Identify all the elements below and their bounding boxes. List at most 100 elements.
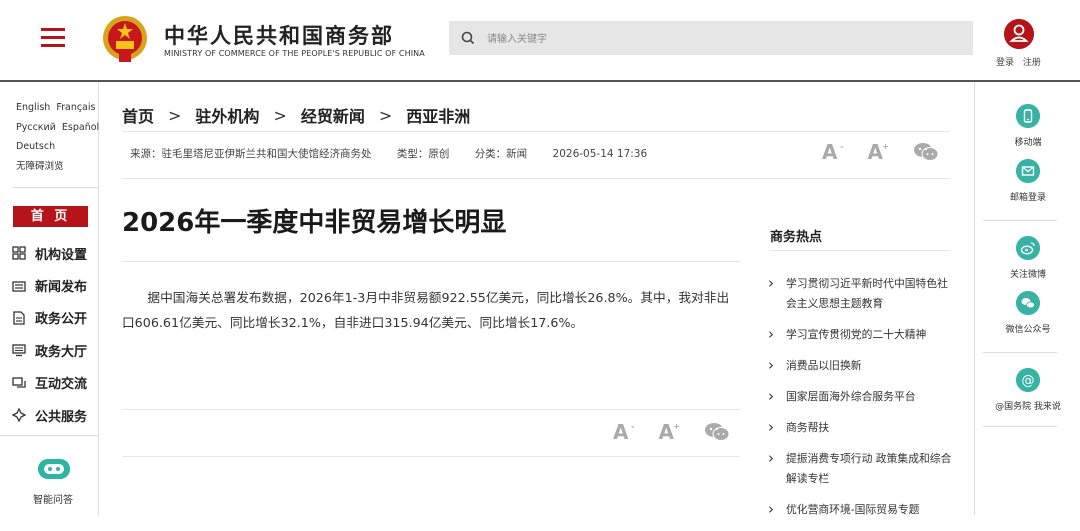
assistant-label[interactable]: 智能问答 [33,491,73,506]
site-title[interactable]: 中华人民共和国商务部 [164,20,394,50]
nav-item-hall[interactable]: 政务大厅 [12,334,87,366]
nav-label: 公共服务 [35,409,88,425]
divider [983,220,1057,221]
user-icon[interactable] [1004,19,1034,49]
home-button[interactable]: 首 页 [13,206,88,227]
mobile-link[interactable]: 移动端 [975,104,1080,148]
state-council-link[interactable]: @ @国务院 我来说 [975,368,1080,412]
font-increase-icon[interactable]: A + [867,140,888,164]
divider [122,178,950,179]
divider [983,352,1057,353]
weibo-label: 关注微博 [1009,270,1046,280]
hot-topic-item[interactable]: 提振消费专项行动 政策集成和综合解读专栏 [768,448,954,489]
accessibility-link[interactable]: 无障碍浏览 [16,161,64,172]
breadcrumb-overseas[interactable]: 驻外机构 [195,103,259,127]
nav-label: 机构设置 [35,247,88,263]
mobile-icon [1016,104,1040,128]
breadcrumb-trade-news[interactable]: 经贸新闻 [301,103,365,127]
divider [122,456,740,457]
lang-english[interactable]: English [16,102,50,113]
breadcrumb-west-asia-africa[interactable]: 西亚非洲 [406,103,470,127]
nav-item-interaction[interactable]: 互动交流 [12,367,87,399]
left-sidebar: English Français Русский Español Deutsch 无… [0,82,99,515]
nav-label: 新闻发布 [35,280,88,296]
hot-topic-item[interactable]: 消费品以旧换新 [768,355,954,376]
hot-topic-item[interactable]: 商务帮扶 [768,417,954,438]
wechat-icon [1016,291,1040,315]
hot-topic-item[interactable]: 优化营商环境-国际贸易专题 [768,499,954,520]
article-title: 2026年一季度中非贸易增长明显 [122,208,507,238]
wechat-icon[interactable] [913,142,939,162]
divider [122,261,740,262]
divider [0,435,98,436]
svg-text:@: @ [1022,374,1035,389]
menu-icon[interactable] [41,28,65,48]
language-list: English Français Русский Español Deutsch 无… [16,98,105,176]
chevron-right-icon: > [273,105,287,125]
wechat-public-link[interactable]: 微信公众号 [975,291,1080,335]
lang-french[interactable]: Français [56,102,95,113]
chevron-right-icon: > [378,105,393,125]
nav-item-disclosure[interactable]: 政务公开 [12,302,87,334]
nav-item-organization[interactable]: 机构设置 [12,237,87,269]
wechat-icon[interactable] [704,422,730,442]
mail-link[interactable]: 邮箱登录 [975,159,1080,203]
state-council-label: @国务院 我来说 [995,402,1061,412]
document-icon [13,311,25,325]
font-tools: A- A + [822,140,939,164]
font-increase-icon[interactable]: A + [658,420,679,444]
hot-topic-item[interactable]: 国家层面海外综合服务平台 [768,386,954,407]
robot-icon[interactable] [38,459,70,479]
nav-label: 政务大厅 [35,344,88,360]
meta-date: 2026-05-14 17:36 [552,148,648,160]
search-icon[interactable] [461,31,475,45]
mail-icon [1016,159,1040,183]
meta-category: 分类：新闻 [474,148,528,160]
meta-type: 类型：原创 [396,148,450,160]
article-body: 据中国海关总署发布数据，2026年1-3月中非贸易额922.55亿美元，同比增长… [122,290,730,330]
nav-item-service[interactable]: 公共服务 [12,399,87,431]
divider [122,131,950,132]
divider [122,409,740,410]
right-sidebar: 移动端 邮箱登录 关注微博 微信公众号 @ @国务院 我来说 [974,82,1080,515]
lang-spanish[interactable]: Español [62,122,99,133]
search-input[interactable] [485,28,959,50]
monitor-icon [12,344,26,357]
hot-topics-title: 商务热点 [770,230,823,245]
at-sign-icon: @ [1016,368,1040,392]
nav-item-news[interactable]: 新闻发布 [12,269,87,301]
site-subtitle: MINISTRY OF COMMERCE OF THE PEOPLE'S REP… [164,49,425,58]
wechat-public-label: 微信公众号 [1005,325,1051,335]
hot-topic-item[interactable]: 学习宣传贯彻党的二十大精神 [768,324,954,345]
nav-label: 政务公开 [35,312,88,328]
mobile-label: 移动端 [1014,138,1042,148]
nav-label: 互动交流 [35,377,88,393]
news-icon [12,280,26,292]
font-decrease-icon[interactable]: A- [822,140,843,164]
side-nav: 机构设置 新闻发布 政务公开 政务大厅 互动交流 公共服务 [12,237,87,431]
mail-label: 邮箱登录 [1009,193,1046,203]
grid-icon [12,246,26,260]
article-meta: 来源：驻毛里塔尼亚伊斯兰共和国大使馆经济商务处 类型：原创 分类：新闻 2026… [130,146,669,161]
site-header: 中华人民共和国商务部 MINISTRY OF COMMERCE OF THE P… [0,0,1080,82]
breadcrumb: 首页 > 驻外机构 > 经贸新闻 > 西亚非洲 [122,103,470,127]
divider [12,187,98,188]
hot-topic-item[interactable]: 学习贯彻习近平新时代中国特色社会主义思想主题教育 [768,273,954,314]
hot-topics-list: 学习贯彻习近平新时代中国特色社会主义思想主题教育 学习宣传贯彻党的二十大精神 消… [768,273,954,531]
register-link[interactable]: 注册 [1023,58,1041,68]
login-link[interactable]: 登录 [996,58,1014,68]
lang-german[interactable]: Deutsch [16,141,55,152]
weibo-link[interactable]: 关注微博 [975,236,1080,280]
divider [770,250,950,251]
font-tools-bottom: A- A + [613,420,730,444]
breadcrumb-home[interactable]: 首页 [122,103,154,127]
service-icon [12,408,26,423]
weibo-icon [1016,236,1040,260]
national-emblem-icon[interactable] [101,14,149,64]
user-links: 登录 注册 [996,55,1047,68]
font-decrease-icon[interactable]: A- [613,420,634,444]
lang-russian[interactable]: Русский [16,122,56,133]
divider [983,426,1057,427]
search-bar[interactable] [449,21,973,55]
chevron-right-icon: > [168,105,182,125]
